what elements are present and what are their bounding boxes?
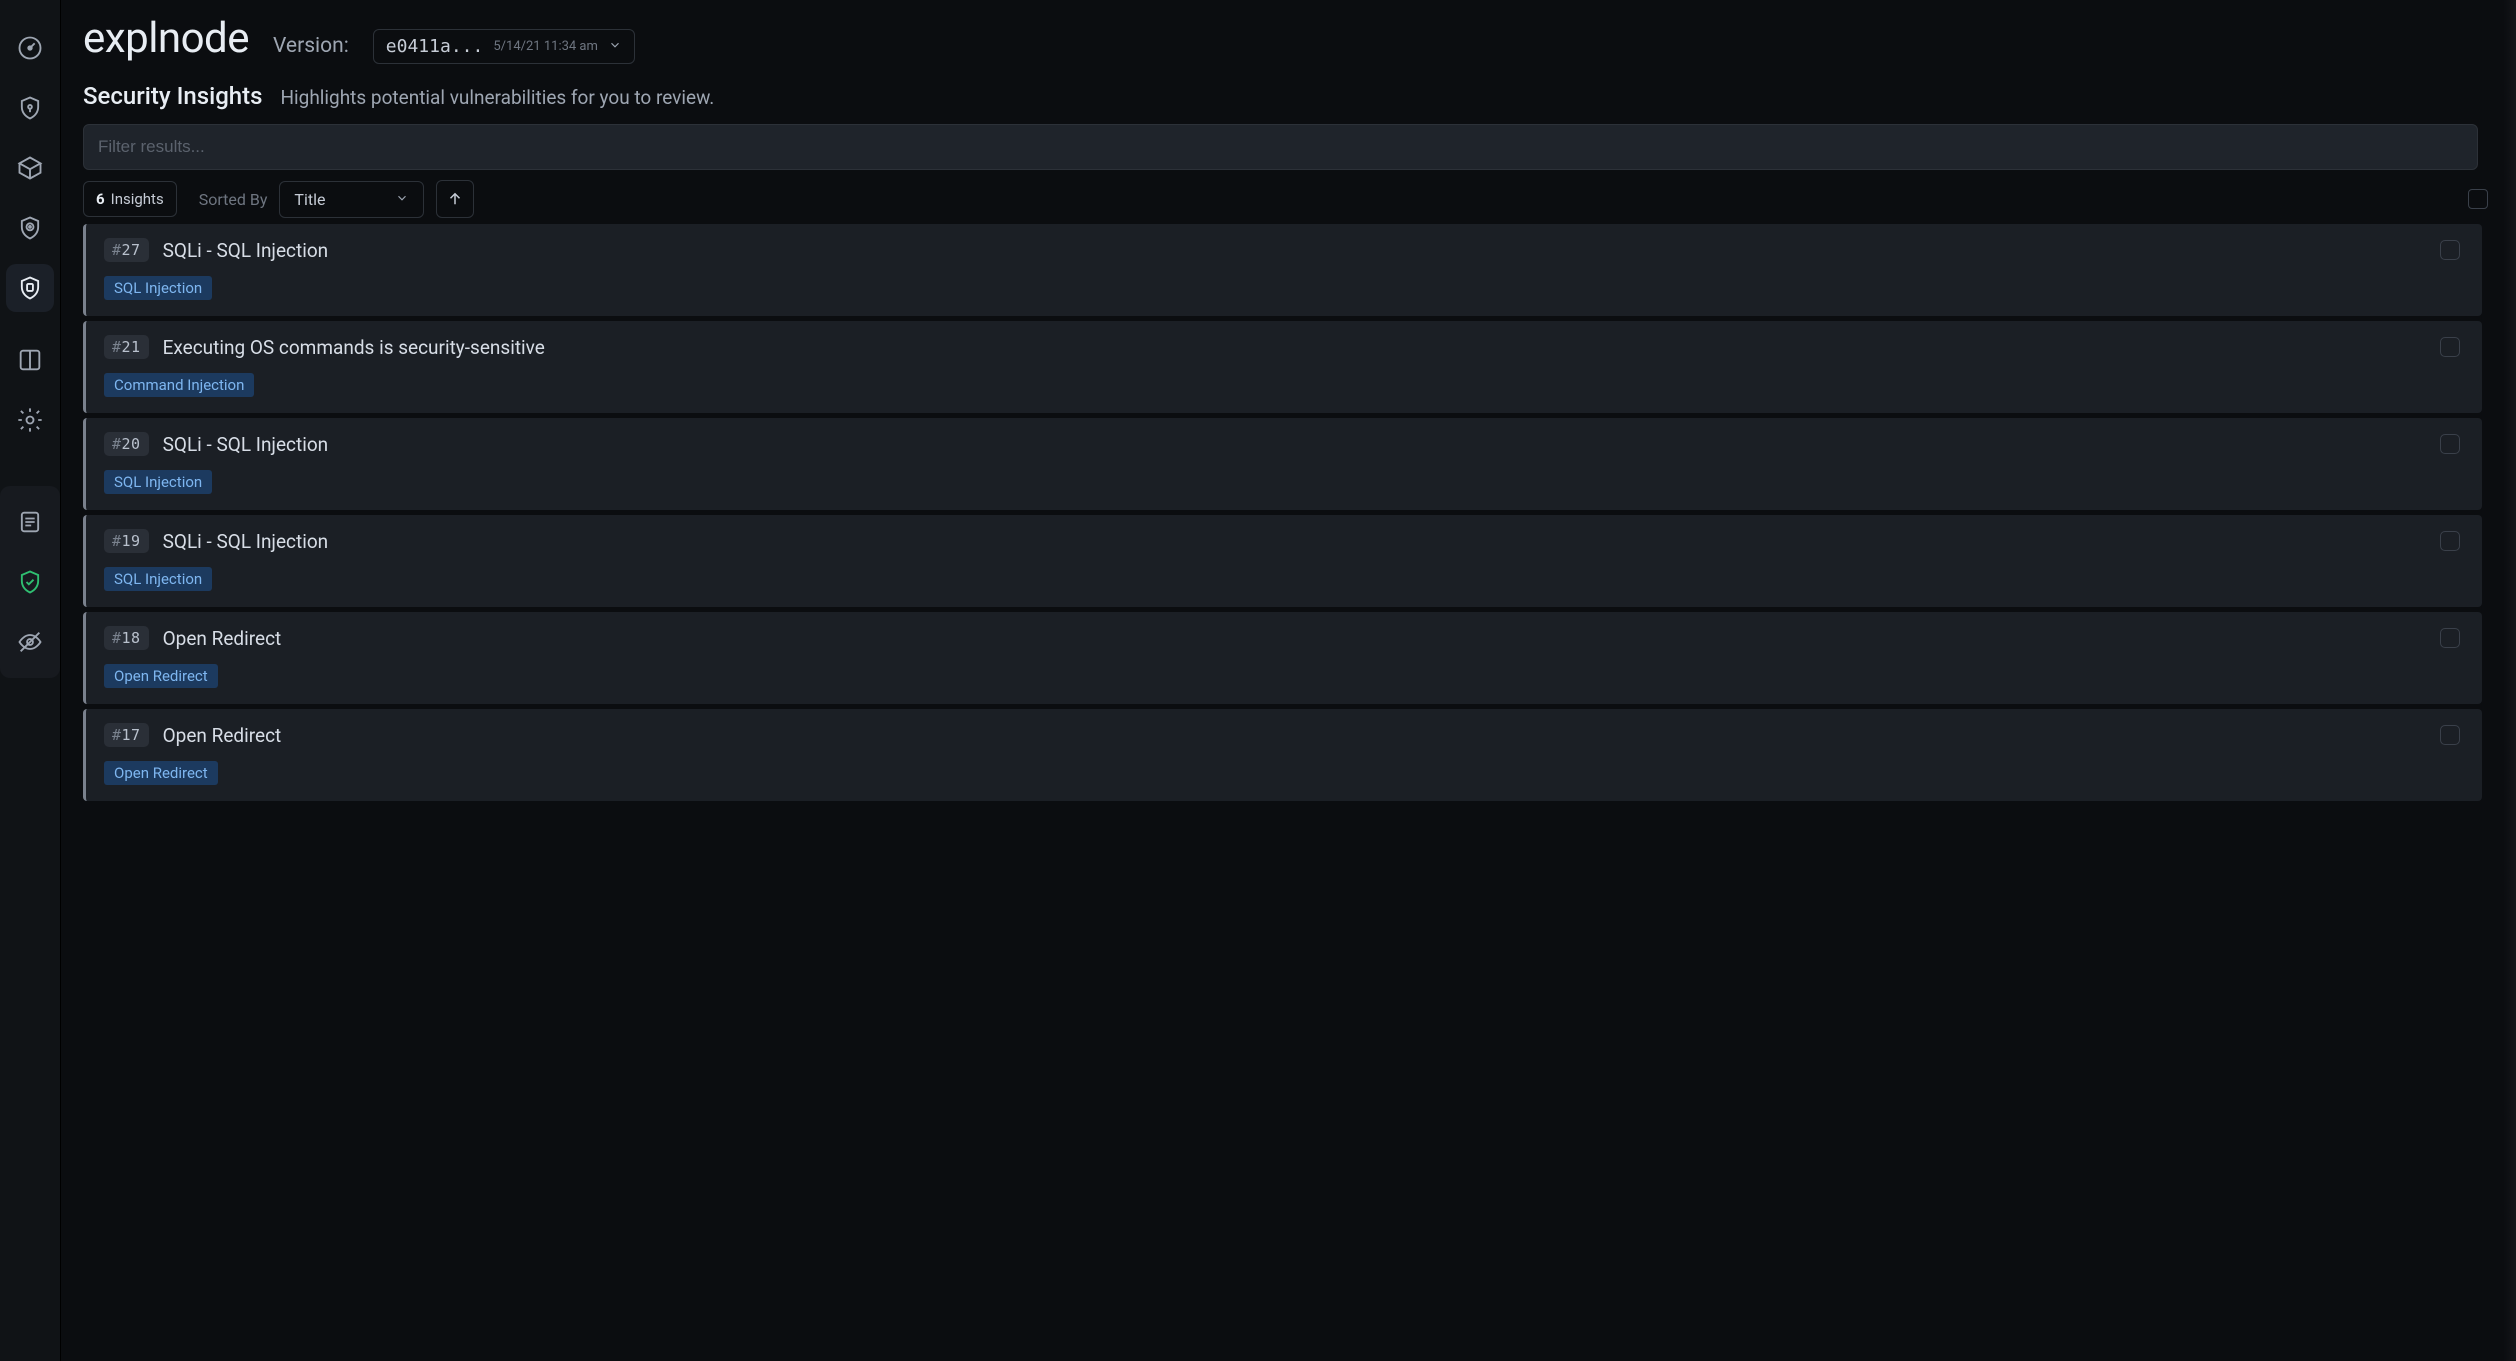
sidebar-item-settings[interactable] [6,396,54,444]
insight-id-badge: #21 [104,335,149,359]
insight-title: Executing OS commands is security-sensit… [163,336,545,359]
sidebar-group-mid [6,324,54,456]
insight-title: Open Redirect [163,627,282,650]
sidebar-item-status[interactable] [6,558,54,606]
insight-row-head: #27 SQLi - SQL Injection [104,238,2460,262]
insight-row[interactable]: #19 SQLi - SQL Injection SQL Injection [83,515,2482,607]
insight-id-badge: #27 [104,238,149,262]
insight-tag[interactable]: Open Redirect [104,761,218,785]
insights-count-unit: Insights [111,190,164,208]
insight-tag[interactable]: SQL Injection [104,276,212,300]
insight-row[interactable]: #17 Open Redirect Open Redirect [83,709,2482,801]
shield-check-icon [16,568,44,596]
sort-direction-button[interactable] [436,180,474,218]
sidebar-item-target[interactable] [6,204,54,252]
insight-row[interactable]: #18 Open Redirect Open Redirect [83,612,2482,704]
select-all-checkbox[interactable] [2468,189,2488,209]
insight-checkbox[interactable] [2440,434,2460,454]
insight-title: SQLi - SQL Injection [163,239,329,262]
insight-checkbox[interactable] [2440,725,2460,745]
version-hash: e0411a... [386,36,484,57]
insight-title: SQLi - SQL Injection [163,530,329,553]
sidebar-item-notes[interactable] [6,498,54,546]
app-title: explnode [83,14,249,63]
sidebar [0,0,61,1361]
insight-row-head: #17 Open Redirect [104,723,2460,747]
sidebar-item-visibility[interactable] [6,618,54,666]
filter-input[interactable] [83,124,2478,170]
insight-tag[interactable]: Command Injection [104,373,254,397]
shield-badge-icon [16,274,44,302]
insight-id-badge: #18 [104,626,149,650]
header: explnode Version: e0411a... 5/14/21 11:3… [83,14,2488,64]
insights-count-button[interactable]: 6 Insights [83,181,177,217]
insight-checkbox[interactable] [2440,531,2460,551]
chevron-down-icon [608,37,622,56]
eye-off-icon [16,628,44,656]
main-panel: explnode Version: e0411a... 5/14/21 11:3… [61,0,2516,1361]
insight-id-badge: #20 [104,432,149,456]
version-selector[interactable]: e0411a... 5/14/21 11:34 am [373,29,635,64]
insight-row[interactable]: #27 SQLi - SQL Injection SQL Injection [83,224,2482,316]
shield-lock-icon [16,94,44,122]
box-icon [16,154,44,182]
sort-select-value: Title [294,190,325,209]
sidebar-item-columns[interactable] [6,336,54,384]
page-description: Highlights potential vulnerabilities for… [280,86,714,109]
insights-count-number: 6 [96,190,105,208]
sidebar-item-security-insights[interactable] [6,264,54,312]
insight-row-head: #20 SQLi - SQL Injection [104,432,2460,456]
sidebar-group-bottom [0,486,60,678]
insight-list: #27 SQLi - SQL Injection SQL Injection #… [83,224,2488,801]
gauge-icon [16,34,44,62]
scrollbar-track[interactable] [2502,0,2516,1361]
notes-icon [16,508,44,536]
version-label: Version: [273,34,349,58]
toolbar: 6 Insights Sorted By Title [83,180,2488,218]
insight-tag[interactable]: Open Redirect [104,664,218,688]
sidebar-item-dashboard[interactable] [6,24,54,72]
sidebar-group-top [6,12,54,324]
shield-target-icon [16,214,44,242]
insight-row-head: #19 SQLi - SQL Injection [104,529,2460,553]
insight-checkbox[interactable] [2440,628,2460,648]
chevron-down-icon [395,190,409,209]
insight-row-head: #21 Executing OS commands is security-se… [104,335,2460,359]
insight-title: Open Redirect [163,724,282,747]
insight-row-head: #18 Open Redirect [104,626,2460,650]
insight-id-badge: #19 [104,529,149,553]
insight-tag[interactable]: SQL Injection [104,567,212,591]
subheader: Security Insights Highlights potential v… [83,82,2488,110]
insight-checkbox[interactable] [2440,240,2460,260]
insight-row[interactable]: #20 SQLi - SQL Injection SQL Injection [83,418,2482,510]
page-heading: Security Insights [83,82,262,110]
sidebar-item-lock[interactable] [6,84,54,132]
gear-icon [16,406,44,434]
version-date: 5/14/21 11:34 am [493,39,598,54]
insight-tag[interactable]: SQL Injection [104,470,212,494]
sorted-by-label: Sorted By [199,190,268,209]
insight-title: SQLi - SQL Injection [163,433,329,456]
columns-icon [16,346,44,374]
insight-row[interactable]: #21 Executing OS commands is security-se… [83,321,2482,413]
arrow-up-icon [446,190,464,208]
sidebar-item-package[interactable] [6,144,54,192]
insight-checkbox[interactable] [2440,337,2460,357]
sort-select[interactable]: Title [279,181,424,218]
insight-id-badge: #17 [104,723,149,747]
